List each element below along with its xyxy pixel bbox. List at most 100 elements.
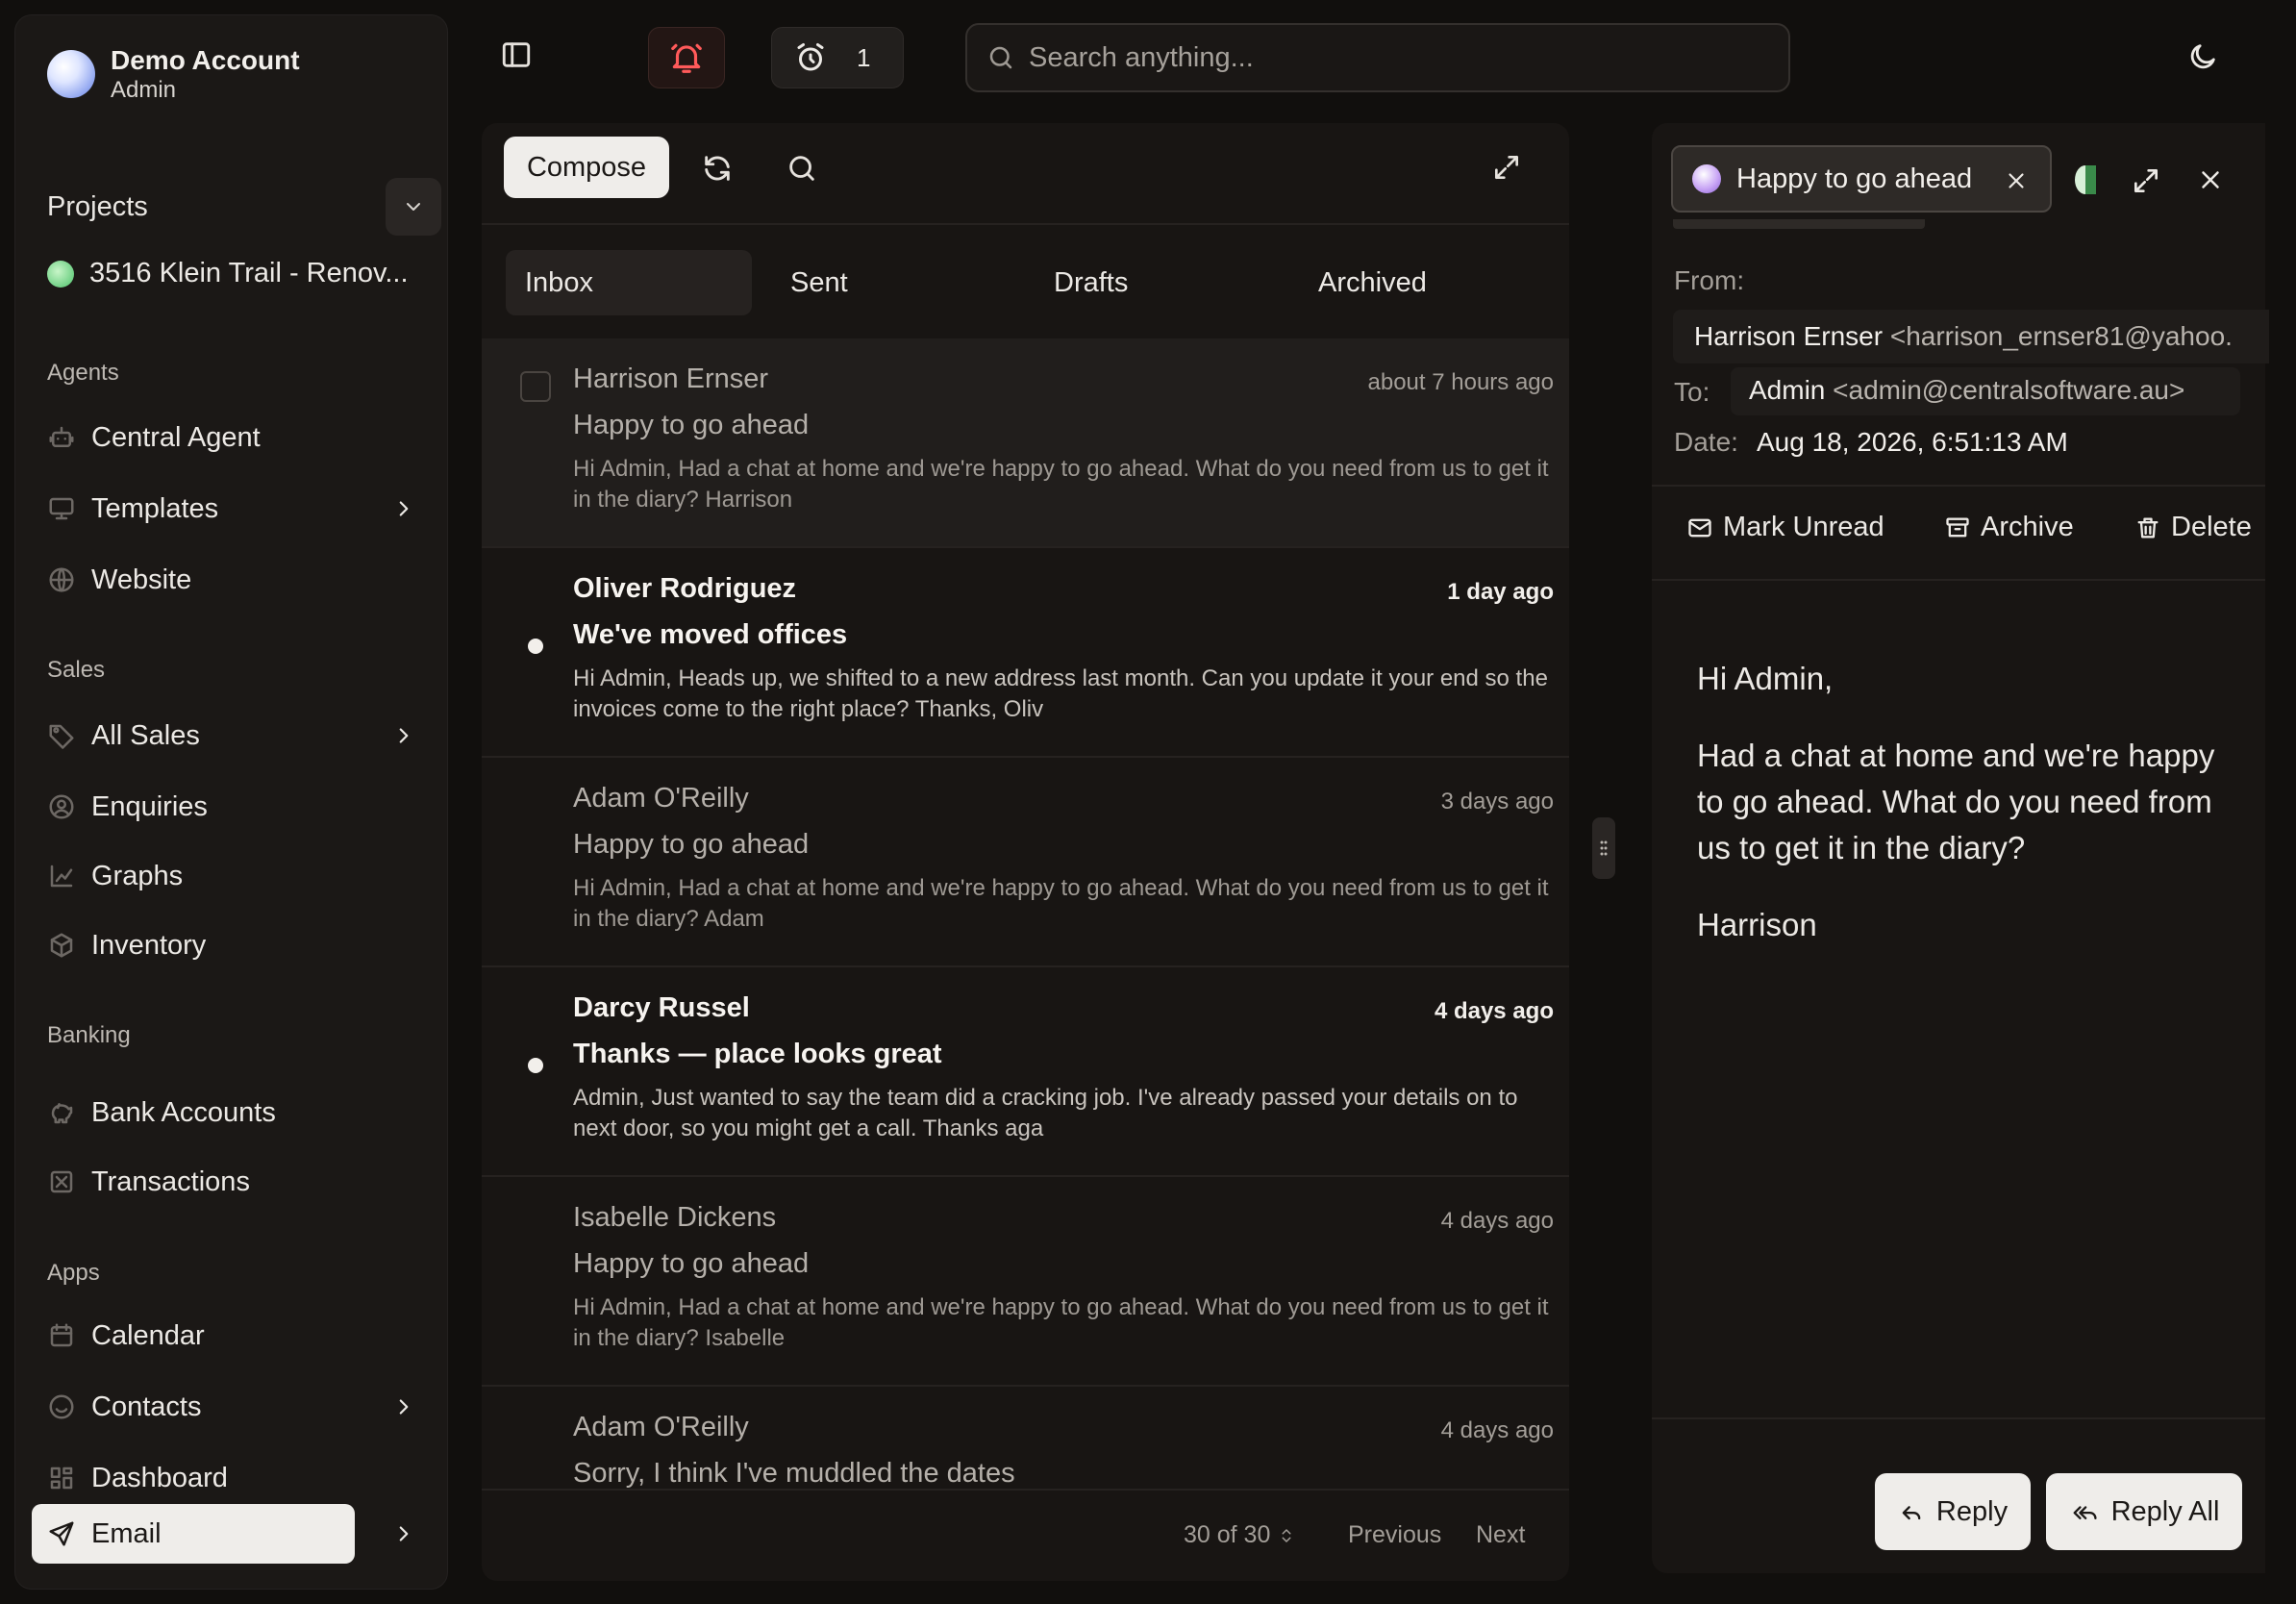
refresh-button[interactable] (701, 152, 734, 185)
expand-email-button[interactable] (2131, 165, 2161, 196)
email-row[interactable]: Harrison Ernser about 7 hours ago Happy … (482, 338, 1569, 548)
from-email: <harrison_ernser81@yahoo. (1889, 321, 2233, 351)
chevron-right-icon (399, 1526, 409, 1541)
user-circle-icon (49, 794, 74, 819)
email-preview: Hi Admin, Heads up, we shifted to a new … (573, 665, 1548, 722)
sidebar-item-label: Graphs (91, 860, 184, 891)
sidebar-toggle-button[interactable] (500, 38, 533, 71)
email-body: Hi Admin, Had a chat at home and we're h… (1697, 656, 2235, 979)
sidebar-item-contacts[interactable]: Contacts (32, 1377, 428, 1437)
tab-archived[interactable]: Archived (1318, 250, 1427, 315)
sidebar-item-label: Dashboard (91, 1462, 228, 1493)
expand-icon (2134, 169, 2158, 192)
tab-sent[interactable]: Sent (790, 250, 848, 315)
email-subject: Happy to go ahead (573, 410, 810, 440)
sidebar-item-graphs[interactable]: Graphs (32, 846, 428, 906)
avatar (47, 50, 95, 98)
reply-button[interactable]: Reply (1875, 1473, 2031, 1550)
to-name: Admin (1749, 375, 1826, 405)
bell-ringing-icon (671, 43, 702, 73)
sidebar-item-website[interactable]: Website (32, 550, 428, 610)
alarms-button[interactable]: 1 (771, 27, 904, 88)
email-reading-pane: Happy to go ahead From: Harrison Ernser … (1652, 123, 2269, 1573)
refresh-icon (705, 156, 730, 181)
alarm-clock-icon (797, 43, 824, 71)
pane-resize-handle[interactable] (1592, 817, 1615, 879)
close-tab-button[interactable] (2004, 168, 2029, 193)
sidebar-item-enquiries[interactable]: Enquiries (32, 777, 428, 837)
email-row[interactable]: Darcy Russel 4 days ago Thanks — place l… (482, 967, 1569, 1177)
theme-toggle-button[interactable] (2186, 40, 2219, 73)
mark-unread-button[interactable]: Mark Unread (1686, 512, 1884, 543)
tab-inbox[interactable]: Inbox (506, 250, 752, 315)
email-preview: Admin, Just wanted to say the team did a… (573, 1085, 1518, 1141)
tab-drafts[interactable]: Drafts (1054, 250, 1128, 315)
sidebar-item-label: Website (91, 564, 192, 595)
expand-list-button[interactable] (1491, 152, 1522, 183)
close-icon (2009, 173, 2024, 188)
email-checkbox[interactable] (520, 371, 551, 402)
chevron-right-icon (399, 728, 409, 743)
email-time: 4 days ago (1434, 998, 1554, 1024)
compose-button[interactable]: Compose (504, 137, 669, 198)
archive-button[interactable]: Archive (1944, 512, 2074, 543)
sidebar-item-bank-accounts[interactable]: Bank Accounts (32, 1083, 428, 1142)
grip-vertical-icon (1600, 840, 1608, 856)
grid-icon (50, 1466, 73, 1490)
reply-icon (1902, 1506, 1921, 1520)
sidebar-item-inventory[interactable]: Inventory (32, 915, 428, 975)
page-size-select[interactable]: 30 of 30 (1184, 1521, 1295, 1549)
sidebar-item-transactions[interactable]: Transactions (32, 1152, 428, 1212)
chart-icon (50, 865, 73, 888)
reply-all-label: Reply All (2110, 1495, 2220, 1527)
email-row[interactable]: Adam O'Reilly 3 days ago Happy to go ahe… (482, 758, 1569, 967)
sidebar-item-calendar[interactable]: Calendar (32, 1306, 428, 1366)
email-row[interactable]: Adam O'Reilly 4 days ago Sorry, I think … (482, 1387, 1569, 1488)
email-body-paragraph: Harrison (1697, 907, 1817, 942)
email-time: about 7 hours ago (1367, 369, 1555, 395)
email-row[interactable]: Isabelle Dickens 4 days ago Happy to go … (482, 1177, 1569, 1387)
from-label: From: (1674, 265, 1745, 295)
email-preview: Hi Admin, Had a chat at home and we're h… (573, 1294, 1549, 1351)
section-title-apps: Apps (47, 1260, 100, 1286)
sidebar-item-central-agent[interactable]: Central Agent (32, 408, 428, 467)
sidebar-item-templates[interactable]: Templates (32, 479, 428, 539)
reply-all-button[interactable]: Reply All (2046, 1473, 2242, 1550)
active-highlight (32, 1504, 355, 1564)
previous-page-button[interactable]: Previous (1348, 1521, 1441, 1549)
chevron-up-down-icon (1282, 1528, 1291, 1542)
close-email-button[interactable] (2196, 165, 2225, 194)
email-time: 3 days ago (1440, 789, 1554, 815)
sidebar-item-label: Templates (91, 492, 219, 524)
reply-label: Reply (1935, 1495, 2009, 1527)
notifications-button[interactable] (648, 27, 725, 88)
email-subject: Happy to go ahead (573, 1248, 810, 1279)
divider (482, 223, 1569, 225)
sender-avatar (1692, 164, 1721, 193)
sidebar-item-dashboard[interactable]: Dashboard (32, 1448, 428, 1508)
mail-folder-tabs: Inbox Sent Drafts Archived (506, 250, 1544, 315)
contacts-icon (49, 1394, 74, 1419)
sidebar-item-email[interactable]: Email (32, 1504, 428, 1564)
robot-icon (49, 426, 74, 447)
close-icon (2202, 171, 2219, 188)
open-email-tab[interactable]: Happy to go ahead (1671, 145, 2052, 213)
reply-all-icon (2073, 1506, 2097, 1519)
account-name: Demo Account (111, 45, 300, 75)
sidebar-item-label: Inventory (91, 929, 207, 961)
account-role: Admin (111, 77, 177, 103)
email-row[interactable]: Oliver Rodriguez 1 day ago We've moved o… (482, 548, 1569, 758)
account-switcher[interactable]: Demo Account Admin (47, 44, 300, 104)
project-item[interactable]: 3516 Klein Trail - Renov... (47, 258, 409, 289)
delete-button[interactable]: Delete (2134, 512, 2252, 543)
email-search-button[interactable] (786, 152, 818, 185)
section-title-banking: Banking (47, 1022, 131, 1048)
next-page-button[interactable]: Next (1476, 1521, 1525, 1549)
mail-icon (1688, 518, 1711, 537)
date-label: Date: (1674, 427, 1738, 457)
global-search-input[interactable]: Search anything... (965, 23, 1790, 92)
date-value: Aug 18, 2026, 6:51:13 AM (1757, 427, 2068, 457)
sidebar-item-all-sales[interactable]: All Sales (32, 706, 428, 765)
email-sender: Darcy Russel (573, 992, 750, 1023)
projects-toggle-button[interactable] (386, 178, 441, 236)
